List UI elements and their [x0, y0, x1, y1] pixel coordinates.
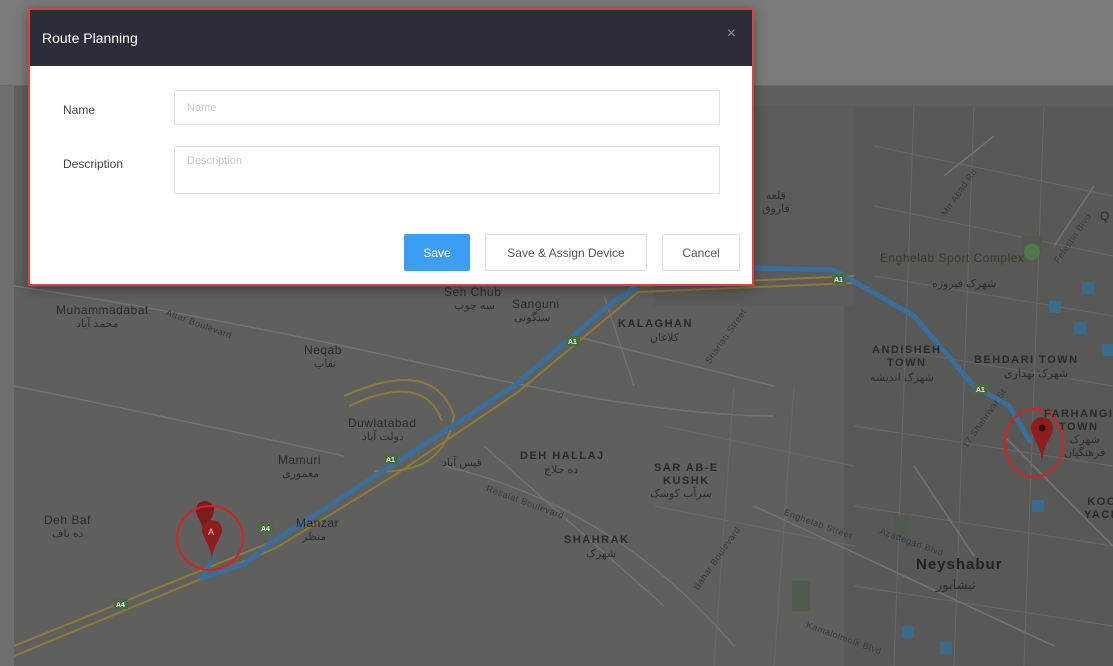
- map-place-label: دولت آباد: [362, 431, 404, 443]
- transit-icon: [1082, 282, 1094, 294]
- map-place-label: FARHANGI TOWN: [1044, 408, 1113, 433]
- map-place-label: SAR AB-E KUSHK: [654, 462, 719, 487]
- map-place-label: کلاغان: [650, 332, 679, 344]
- map-place-label: منظر: [302, 531, 327, 543]
- highway-shield-label: A4: [116, 602, 125, 609]
- map-place-label: شهرک اندیشه: [870, 372, 934, 384]
- map-place-label: شهرک: [586, 548, 617, 560]
- map-place-label: DEH HALLAJ: [520, 450, 605, 462]
- map-place-label: Muhammadabat: [56, 303, 149, 317]
- map-place-label: Seh Chub: [444, 285, 502, 299]
- save-assign-device-button[interactable]: Save & Assign Device: [485, 234, 647, 271]
- map-place-label: Neyshabur: [916, 556, 1003, 573]
- highway-shield-label: A1: [386, 457, 395, 464]
- description-textarea[interactable]: [174, 146, 720, 194]
- start-marker-highlight-ring: [176, 505, 244, 571]
- map-place-label: Enghelab Sport Complex: [880, 251, 1025, 265]
- description-label: Description: [63, 157, 124, 171]
- map-place-label: معموری: [282, 468, 320, 480]
- map-place-label: Q: [1100, 209, 1110, 223]
- map-place-label: ANDISHEH TOWN: [872, 344, 942, 369]
- map-place-label: قیس آباد: [442, 457, 483, 469]
- map-place-label: KALAGHAN: [618, 318, 693, 330]
- cancel-button[interactable]: Cancel: [662, 234, 740, 271]
- dialog-title: Route Planning: [42, 30, 138, 46]
- map-place-label: ده حلاج: [544, 464, 579, 476]
- map-place-label: Mamuri: [278, 453, 322, 467]
- map-place-label: Duwlatabad: [348, 416, 417, 430]
- map-place-label: BEHDARI TOWN: [974, 354, 1079, 366]
- map-place-label: Manzar: [296, 516, 340, 530]
- close-icon[interactable]: ×: [727, 26, 736, 42]
- route-planning-dialog: Route Planning × Name Description Save S…: [28, 8, 754, 286]
- map-place-label: سرآب کوشک: [650, 488, 712, 500]
- transit-icon: [1074, 322, 1086, 334]
- map-place-label: شهرک فرهنگیان: [1064, 434, 1106, 459]
- map-place-label: Neqab: [304, 343, 342, 357]
- name-label: Name: [63, 103, 96, 117]
- map-place-label: شهرک بهداری: [1004, 368, 1069, 380]
- map-place-label: ده باف: [52, 528, 84, 540]
- transit-icon: [902, 626, 914, 638]
- save-button[interactable]: Save: [404, 234, 470, 271]
- name-input[interactable]: [174, 90, 720, 125]
- map-place-label: سنگونی: [514, 312, 551, 324]
- map-place-label: قلعه فاروق: [762, 190, 790, 215]
- highway-shield-label: A1: [976, 387, 985, 394]
- transit-icon: [1032, 500, 1044, 512]
- park-icon: [1024, 244, 1040, 260]
- map-place-label: سه چوب: [454, 300, 496, 312]
- transit-icon: [1049, 301, 1061, 313]
- map-place-label: Sanguni: [512, 297, 560, 311]
- map-place-label: نقاب: [314, 358, 337, 370]
- map-place-label: SHAHRAK: [564, 534, 630, 546]
- highway-shield-label: A4: [261, 526, 270, 533]
- transit-icon: [1102, 344, 1113, 356]
- map-place-label: KOO YACH: [1084, 496, 1113, 521]
- highway-shield-label: A1: [568, 339, 577, 346]
- map-place-label: نیشابور: [936, 577, 976, 592]
- map-place-label: Deh Baf: [44, 513, 91, 527]
- transit-icon: [940, 642, 952, 654]
- dialog-header: Route Planning ×: [30, 10, 752, 66]
- highway-shield-label: A1: [834, 277, 843, 284]
- map-place-label: محمد آباد: [76, 318, 119, 330]
- map-place-label: شهرک فیروزه: [932, 278, 997, 290]
